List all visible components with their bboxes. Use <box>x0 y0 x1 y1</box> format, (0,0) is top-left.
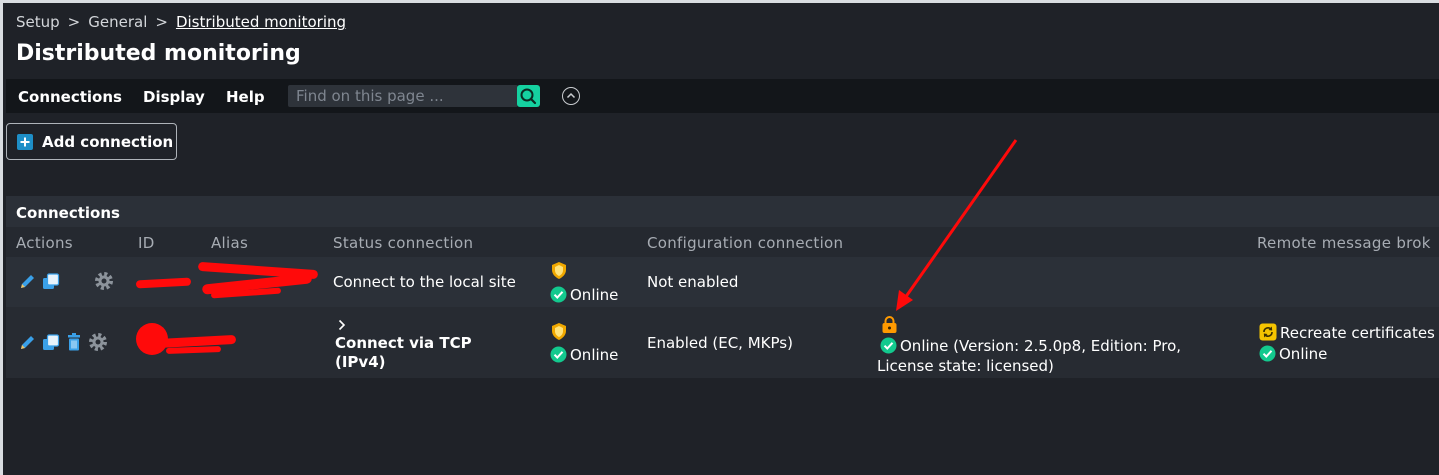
check-circle-icon <box>550 286 567 303</box>
pencil-icon[interactable] <box>18 272 37 291</box>
shield-icon <box>552 323 566 340</box>
recreate-certificates-label: Recreate certificates <box>1280 324 1435 342</box>
search-input[interactable] <box>288 85 518 107</box>
connection-status: Online <box>550 286 618 304</box>
trash-icon[interactable] <box>66 332 82 352</box>
site-status-license: License state: licensed) <box>877 357 1054 375</box>
menu-display[interactable]: Display <box>143 88 205 106</box>
column-header-actions: Actions <box>16 234 73 252</box>
site-status: Online (Version: 2.5.0p8, Edition: Pro, <box>880 337 1181 355</box>
search-icon <box>520 88 537 105</box>
plus-icon <box>17 134 33 150</box>
add-connection-label: Add connection <box>42 133 174 151</box>
lock-icon <box>882 316 897 333</box>
connection-status-text: Online <box>570 346 619 364</box>
window-left-edge <box>0 0 3 475</box>
refresh-icon <box>1259 323 1277 341</box>
breadcrumb-separator: > <box>155 13 168 31</box>
search-button[interactable] <box>517 85 540 107</box>
connection-status: Online <box>550 346 618 364</box>
configuration-connection-text: Enabled (EC, MKPs) <box>647 334 793 352</box>
shield-icon <box>552 262 566 279</box>
search-field <box>288 85 518 107</box>
chevron-up-icon <box>566 92 576 99</box>
column-header-remote-message-broker: Remote message brok <box>1257 234 1431 252</box>
breadcrumb-general[interactable]: General <box>88 13 147 31</box>
breadcrumb-setup[interactable]: Setup <box>16 13 60 31</box>
page-menu-bar: Connections Display Help <box>6 79 1439 113</box>
check-circle-icon <box>1259 345 1276 362</box>
gear-icon[interactable] <box>93 270 115 292</box>
table-header-row: Actions ID Alias Status connection Confi… <box>6 227 1439 257</box>
table-row: Connect via TCP (IPv4) Online Enabled (E… <box>6 307 1439 378</box>
redaction-mark <box>165 346 222 354</box>
status-connection-subtitle: (IPv4) <box>335 353 386 371</box>
page-title: Distributed monitoring <box>16 41 301 66</box>
column-header-id: ID <box>138 234 155 252</box>
recreate-certificates-action[interactable]: Recreate certificates <box>1259 323 1435 342</box>
gear-icon[interactable] <box>87 331 109 353</box>
check-circle-icon <box>550 346 567 363</box>
pencil-icon[interactable] <box>18 333 37 352</box>
breadcrumb-current[interactable]: Distributed monitoring <box>176 13 346 31</box>
check-circle-icon <box>880 337 897 354</box>
window-top-edge <box>0 0 1439 3</box>
breadcrumb: Setup > General > Distributed monitoring <box>16 13 346 31</box>
site-status-text: Online (Version: 2.5.0p8, Edition: Pro, <box>900 337 1182 355</box>
menu-connections[interactable]: Connections <box>18 88 122 106</box>
breadcrumb-separator: > <box>67 13 81 31</box>
broker-status-text: Online <box>1279 345 1328 363</box>
clone-icon[interactable] <box>41 333 61 352</box>
status-connection-title: Connect via TCP <box>335 334 472 352</box>
connection-status-text: Online <box>570 286 619 304</box>
connections-section-header: Connections <box>6 196 1439 227</box>
table-row: Connect to the local site Online Not ena… <box>6 257 1439 307</box>
status-connection-text: Connect to the local site <box>333 273 516 291</box>
collapse-header-button[interactable] <box>562 87 580 105</box>
section-title: Connections <box>16 204 120 222</box>
redaction-mark <box>135 277 192 289</box>
broker-status: Online <box>1259 345 1327 363</box>
chevron-right-icon[interactable] <box>337 319 347 331</box>
clone-icon[interactable] <box>41 272 61 291</box>
column-header-status-connection: Status connection <box>333 234 474 252</box>
column-header-alias: Alias <box>211 234 249 252</box>
add-connection-button[interactable]: Add connection <box>6 123 177 160</box>
menu-help[interactable]: Help <box>226 88 265 106</box>
configuration-connection-text: Not enabled <box>647 273 739 291</box>
column-header-configuration-connection: Configuration connection <box>647 234 844 252</box>
